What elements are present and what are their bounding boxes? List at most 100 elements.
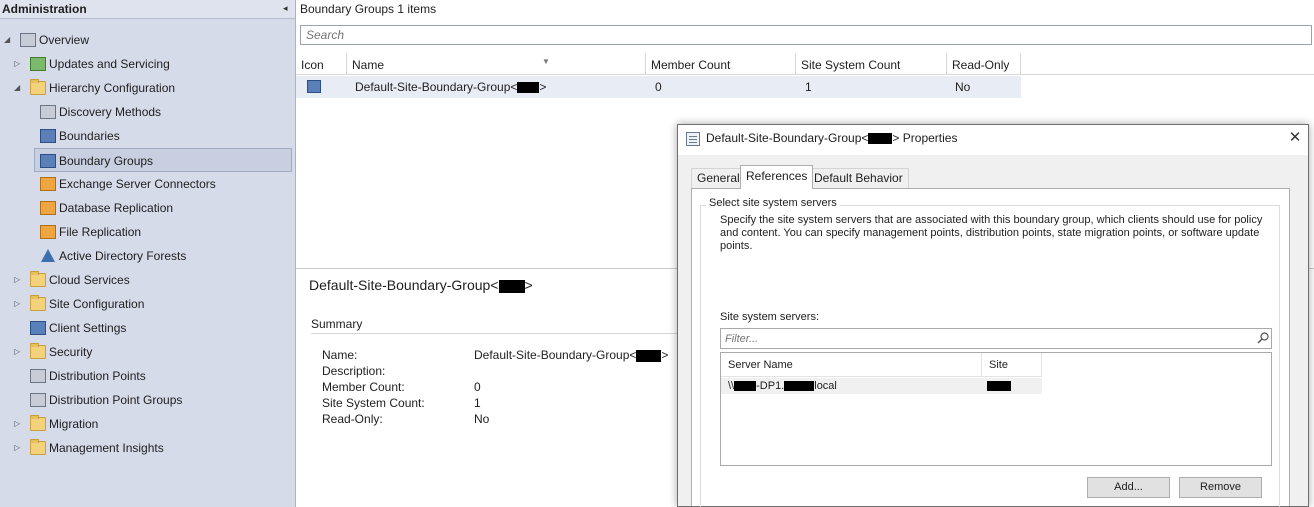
tree-item-discovery-methods[interactable]: Discovery Methods xyxy=(0,101,240,123)
collapsed-chevron-icon[interactable]: ▷ xyxy=(14,53,24,75)
cell-site-system-count: 1 xyxy=(805,80,812,94)
search-input[interactable] xyxy=(300,25,1312,45)
tree-item-hierarchy-configuration[interactable]: ◢ Hierarchy Configuration xyxy=(0,77,240,99)
cell-read-only: No xyxy=(955,80,971,94)
tab-default-behavior[interactable]: Default Behavior xyxy=(808,168,909,188)
redacted-text xyxy=(784,381,815,392)
tree-item-distribution-points[interactable]: Distribution Points xyxy=(0,365,240,387)
folder-icon xyxy=(30,79,46,95)
tree-item-migration[interactable]: ▷ Migration xyxy=(0,413,240,435)
item-count: 1 items xyxy=(397,2,437,16)
collapsed-chevron-icon[interactable]: ▷ xyxy=(14,269,24,291)
table-row[interactable]: Default-Site-Boundary-Group< > 0 1 No xyxy=(296,76,1021,98)
distribution-points-icon xyxy=(30,369,46,383)
boundaries-icon xyxy=(40,129,56,143)
database-replication-icon xyxy=(40,201,56,215)
redacted-text xyxy=(636,349,662,362)
workspace-title: Administration xyxy=(2,2,87,16)
tree-item-active-directory-forests[interactable]: Active Directory Forests xyxy=(0,245,240,267)
summary-section-label: Summary xyxy=(311,317,363,331)
remove-button[interactable]: Remove xyxy=(1179,477,1262,498)
tree-item-client-settings[interactable]: Client Settings xyxy=(0,317,240,339)
tree-item-distribution-point-groups[interactable]: Distribution Point Groups xyxy=(0,389,240,411)
column-header-read-only[interactable]: Read-Only xyxy=(947,53,1021,75)
expanded-chevron-icon[interactable]: ◢ xyxy=(14,77,24,99)
summary-value-site-system-count: 1 xyxy=(474,396,481,410)
properties-icon xyxy=(686,132,700,146)
group-description: Specify the site system servers that are… xyxy=(720,214,1263,252)
dialog-body: General References Default Behavior Sele… xyxy=(678,155,1308,507)
distribution-point-groups-icon xyxy=(30,393,46,407)
cell-member-count: 0 xyxy=(655,80,662,94)
redacted-text xyxy=(987,381,1011,392)
folder-icon xyxy=(30,295,46,311)
column-header-server-name[interactable]: Server Name xyxy=(721,353,982,377)
collapsed-chevron-icon[interactable]: ▷ xyxy=(14,413,24,435)
boundary-group-icon xyxy=(307,80,321,93)
summary-value-read-only: No xyxy=(474,412,490,426)
add-button[interactable]: Add... xyxy=(1087,477,1170,498)
tab-references[interactable]: References xyxy=(740,165,814,189)
list-item[interactable]: \\ -DP1. local xyxy=(721,378,1042,394)
column-header-name[interactable]: Name ▼ xyxy=(347,53,646,75)
column-header-icon[interactable]: Icon xyxy=(296,53,347,75)
sort-descending-icon: ▼ xyxy=(542,57,550,66)
exchange-connector-icon xyxy=(40,177,56,191)
folder-icon xyxy=(30,439,46,455)
dialog-title: Default-Site-Boundary-Group< > Properties xyxy=(706,131,958,145)
tree-item-security[interactable]: ▷ Security xyxy=(0,341,240,363)
folder-icon xyxy=(30,415,46,431)
collapsed-chevron-icon[interactable]: ▷ xyxy=(14,437,24,459)
boundary-groups-icon xyxy=(40,154,56,168)
summary-value-name: Default-Site-Boundary-Group< > xyxy=(474,348,669,362)
tree-item-exchange-server-connectors[interactable]: Exchange Server Connectors xyxy=(0,173,260,195)
redacted-text xyxy=(498,279,525,293)
collapsed-chevron-icon[interactable]: ▷ xyxy=(14,293,24,315)
collapse-pane-icon[interactable]: ◂ xyxy=(283,3,288,14)
redacted-text xyxy=(517,82,540,94)
tree-item-updates-and-servicing[interactable]: ▷ Updates and Servicing xyxy=(0,53,240,75)
tree-item-site-configuration[interactable]: ▷ Site Configuration xyxy=(0,293,240,315)
tree-item-boundaries[interactable]: Boundaries xyxy=(0,125,240,147)
server-site xyxy=(987,378,1011,394)
server-name: \\ -DP1. local xyxy=(728,380,837,392)
site-system-servers-list: Server Name Site \\ -DP1. local xyxy=(720,352,1272,466)
references-tab-panel: Select site system servers Specify the s… xyxy=(691,188,1290,507)
summary-key: Site System Count: xyxy=(322,396,425,410)
redacted-text xyxy=(868,133,893,145)
file-replication-icon xyxy=(40,225,56,239)
tree-item-database-replication[interactable]: Database Replication xyxy=(0,197,240,219)
summary-key: Read-Only: xyxy=(322,412,383,426)
folder-icon xyxy=(30,343,46,359)
close-icon[interactable]: ✕ xyxy=(1285,128,1305,146)
grid-header: Icon Name ▼ Member Count Site System Cou… xyxy=(296,53,1314,75)
tree-item-cloud-services[interactable]: ▷ Cloud Services xyxy=(0,269,240,291)
expanded-chevron-icon[interactable]: ◢ xyxy=(4,29,14,51)
column-header-member-count[interactable]: Member Count xyxy=(646,53,796,75)
navigation-pane: Administration ◂ ◢ Overview ▷ Updates an… xyxy=(0,0,296,507)
overview-icon xyxy=(20,33,36,47)
client-settings-icon xyxy=(30,321,46,335)
cell-name: Default-Site-Boundary-Group< > xyxy=(355,80,547,94)
summary-divider xyxy=(311,333,681,334)
tree-item-boundary-groups[interactable]: Boundary Groups xyxy=(34,148,292,172)
group-title: Select site system servers xyxy=(706,197,840,209)
column-header-site[interactable]: Site xyxy=(982,353,1042,377)
search-icon[interactable] xyxy=(1257,332,1269,344)
filter-input[interactable] xyxy=(720,328,1272,349)
tab-general[interactable]: General xyxy=(691,168,746,188)
updates-icon xyxy=(30,57,46,71)
redacted-text xyxy=(734,381,757,392)
properties-dialog: Default-Site-Boundary-Group< > Properties… xyxy=(677,124,1309,507)
list-title: Boundary Groups 1 items xyxy=(300,2,437,16)
site-system-servers-label: Site system servers: xyxy=(720,311,820,323)
summary-key: Member Count: xyxy=(322,380,405,394)
folder-icon xyxy=(30,271,46,287)
collapsed-chevron-icon[interactable]: ▷ xyxy=(14,341,24,363)
summary-key: Description: xyxy=(322,364,386,378)
tree-item-file-replication[interactable]: File Replication xyxy=(0,221,240,243)
summary-key: Name: xyxy=(322,348,358,362)
tree-item-overview[interactable]: ◢ Overview xyxy=(0,29,200,51)
column-header-site-system-count[interactable]: Site System Count xyxy=(796,53,947,75)
tree-item-management-insights[interactable]: ▷ Management Insights xyxy=(0,437,240,459)
